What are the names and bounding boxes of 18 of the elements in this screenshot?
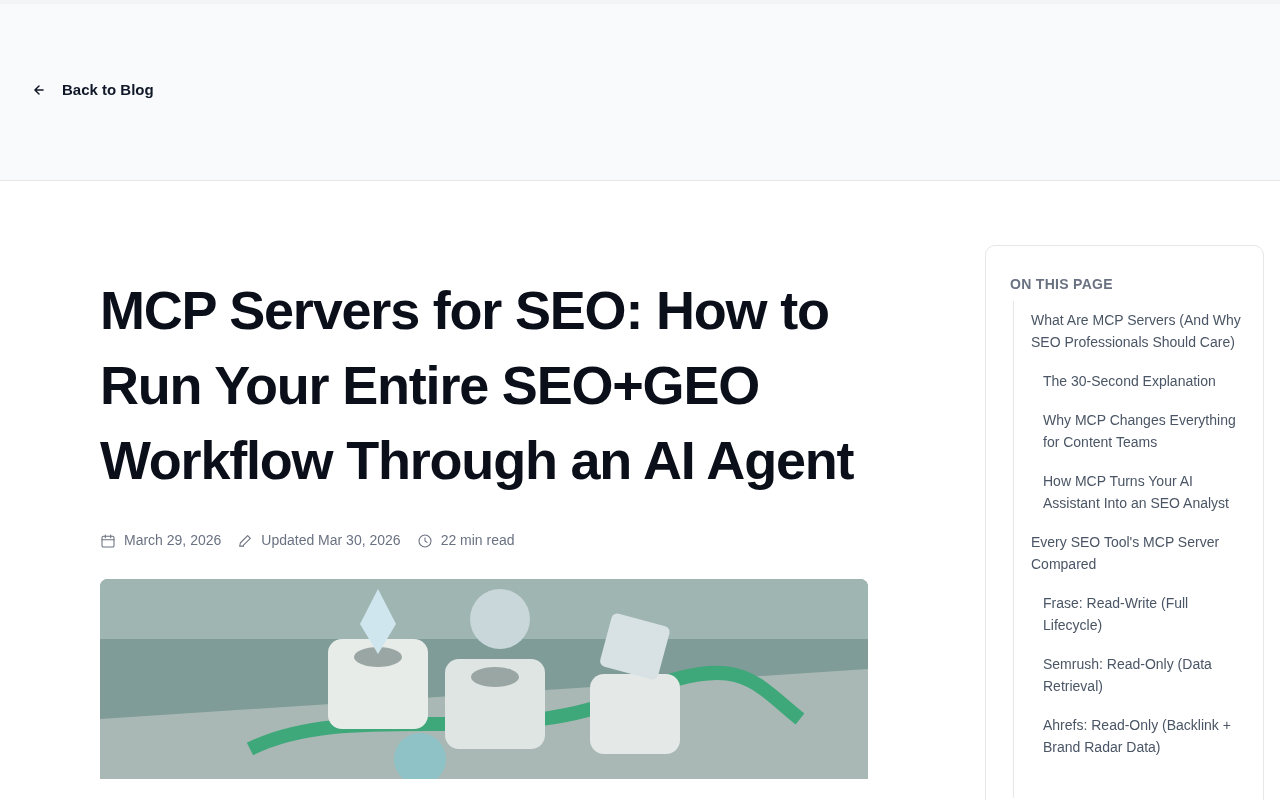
toc-link[interactable]: The 30-Second Explanation — [1014, 370, 1245, 392]
meta-text: Updated Mar 30, 2026 — [261, 531, 401, 550]
toc-heading: ON THIS PAGE — [1010, 275, 1114, 294]
pencil-icon — [237, 532, 254, 549]
toc-link[interactable]: Every SEO Tool's MCP Server Compared — [1014, 531, 1245, 575]
arrow-left-icon — [32, 83, 46, 97]
back-link[interactable]: Back to Blog — [32, 78, 154, 102]
meta-text: 22 min read — [440, 531, 515, 550]
toc-link[interactable]: How MCP Turns Your AI Assistant Into an SEO Analyst — [1014, 470, 1245, 514]
toc-link[interactable]: Ahrefs: Read-Only (Backlink + Brand Radar Data) — [1014, 714, 1245, 758]
toc-link[interactable]: What Are MCP Servers (And Why SEO Professionals Should Care) — [1014, 309, 1245, 353]
clock-icon — [416, 532, 433, 549]
toc-link[interactable]: Why MCP Changes Everything for Content Teams — [1014, 409, 1245, 453]
article-title: MCP Servers for SEO: How to Run Your Entire SEO+GEO Workflow Through an AI Agent — [100, 279, 855, 492]
toc-link[interactable]: Frase: Read-Write (Full Lifecycle) — [1014, 592, 1245, 636]
toc-link[interactable]: Semrush: Read-Only (Data Retrieval) — [1014, 653, 1245, 697]
calendar-icon — [100, 532, 116, 549]
meta-text: March 29, 2026 — [124, 531, 222, 550]
